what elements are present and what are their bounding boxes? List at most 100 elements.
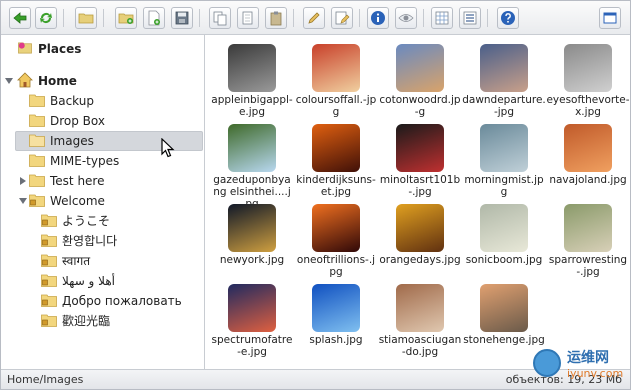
file-thumbnail[interactable] [480, 284, 528, 332]
home-icon [17, 72, 33, 88]
icons-view-button[interactable] [431, 7, 453, 29]
file-name: oneoftrillions-.jpg [296, 254, 376, 278]
file-thumbnail[interactable] [564, 124, 612, 172]
tree-item-label: Test here [50, 174, 105, 188]
file-item[interactable]: eyesofthevorte-x.jpg [546, 39, 630, 118]
places-label: Places [38, 42, 82, 56]
locked-folder-icon [41, 314, 57, 327]
preview-button[interactable] [395, 7, 417, 29]
file-item[interactable]: morningmist.jpg [462, 119, 546, 198]
collapsed-arrow-icon[interactable] [19, 177, 27, 185]
tree-item-welcome-ru[interactable]: Добро пожаловать [1, 291, 204, 311]
cut-button[interactable] [237, 7, 259, 29]
file-name: sparrowresting-.jpg [548, 254, 628, 278]
tree-item-welcome-zh[interactable]: 歡迎光臨 [1, 311, 204, 331]
list-view-icon [463, 11, 477, 25]
file-thumbnail[interactable] [396, 204, 444, 252]
eye-icon [398, 14, 414, 22]
file-name: kinderdijksuns-et.jpg [296, 174, 376, 198]
back-arrow-icon [13, 12, 27, 24]
places-node[interactable]: Places [1, 39, 204, 59]
copy-button[interactable] [209, 7, 231, 29]
file-item[interactable]: cotonwoodrd.jp-g [378, 39, 462, 118]
file-item[interactable]: gazeduponbyang elsinthei....jpg [210, 119, 294, 210]
mouse-cursor-icon [161, 138, 175, 158]
info-button[interactable] [367, 7, 389, 29]
file-name: splash.jpg [309, 334, 363, 346]
locked-folder-icon [41, 294, 57, 307]
file-name: newyork.jpg [219, 254, 285, 266]
file-thumbnail[interactable] [480, 124, 528, 172]
file-thumbnail[interactable] [564, 204, 612, 252]
copy-icon [213, 11, 227, 26]
save-button[interactable] [171, 7, 193, 29]
new-file-icon [148, 10, 160, 26]
edit-button[interactable] [303, 7, 325, 29]
file-item[interactable]: stiamoasciugan-do.jpg [378, 279, 462, 358]
folder-open-icon [78, 13, 94, 24]
window-icon [603, 12, 617, 24]
tree-item-label: Drop Box [50, 114, 105, 128]
open-button[interactable] [75, 7, 97, 29]
file-item[interactable]: navajoland.jpg [546, 119, 630, 197]
file-thumbnail[interactable] [312, 204, 360, 252]
tree-item-welcome-ko[interactable]: 환영합니다 [1, 231, 204, 251]
info-icon [371, 11, 385, 25]
file-thumbnail[interactable] [312, 124, 360, 172]
current-path: Home/Images [7, 373, 84, 386]
help-button[interactable] [497, 7, 519, 29]
expanded-arrow-icon[interactable] [19, 197, 27, 205]
file-thumbnail[interactable] [228, 124, 276, 172]
tree-item-welcome-ar[interactable]: أهلا و سهلا [1, 271, 204, 291]
file-thumbnail[interactable] [312, 44, 360, 92]
tree-item-welcome-hi[interactable]: स्वागत [1, 251, 204, 271]
file-item[interactable]: sparrowresting-.jpg [546, 199, 630, 278]
fullscreen-button[interactable] [599, 7, 621, 29]
reload-button[interactable] [35, 7, 57, 29]
tree-item-test-here[interactable]: Test here [1, 171, 204, 191]
file-thumbnail[interactable] [228, 204, 276, 252]
file-name: orangedays.jpg [379, 254, 461, 266]
file-item[interactable]: newyork.jpg [210, 199, 294, 277]
file-item[interactable]: dawndeparture.-jpg [462, 39, 546, 118]
file-item[interactable]: spectrumofatre-e.jpg [210, 279, 294, 358]
file-thumbnail[interactable] [396, 124, 444, 172]
file-item[interactable]: orangedays.jpg [378, 199, 462, 277]
rename-button[interactable] [331, 7, 353, 29]
file-item[interactable]: splash.jpg [294, 279, 378, 357]
watermark-logo-icon [533, 349, 561, 377]
file-thumbnail[interactable] [396, 284, 444, 332]
expanded-arrow-icon[interactable] [5, 77, 13, 85]
file-item[interactable]: minoltasrt101b-.jpg [378, 119, 462, 198]
file-thumbnail[interactable] [480, 44, 528, 92]
file-thumbnail[interactable] [312, 284, 360, 332]
file-item[interactable]: kinderdijksuns-et.jpg [294, 119, 378, 198]
tree-item-welcome[interactable]: Welcome [1, 191, 204, 211]
file-manager-window: Places Home Backup Drop Box Images MIME-… [0, 0, 631, 390]
new-folder-button[interactable] [115, 7, 137, 29]
file-item[interactable]: oneoftrillions-.jpg [294, 199, 378, 278]
file-thumbnail[interactable] [480, 204, 528, 252]
tree-item-welcome-ja[interactable]: ようこそ [1, 211, 204, 231]
new-file-button[interactable] [143, 7, 165, 29]
list-view-button[interactable] [459, 7, 481, 29]
file-grid: appleinbigappl-e.jpg coloursoffall.-jpg co… [206, 35, 630, 369]
back-button[interactable] [9, 7, 31, 29]
file-thumbnail[interactable] [564, 44, 612, 92]
file-item[interactable]: sonicboom.jpg [462, 199, 546, 277]
tree-item-label: स्वागत [62, 254, 91, 268]
cut-icon [242, 11, 253, 25]
folder-icon [29, 114, 45, 127]
file-item[interactable]: appleinbigappl-e.jpg [210, 39, 294, 118]
tree-item-backup[interactable]: Backup [1, 91, 204, 111]
file-item[interactable]: coloursoffall.-jpg [294, 39, 378, 118]
file-thumbnail[interactable] [396, 44, 444, 92]
tree-item-label: Images [50, 134, 94, 148]
paste-button[interactable] [265, 7, 287, 29]
file-name: minoltasrt101b-.jpg [379, 174, 461, 198]
file-thumbnail[interactable] [228, 284, 276, 332]
watermark-title: 运维网 [567, 350, 609, 366]
tree-item-drop-box[interactable]: Drop Box [1, 111, 204, 131]
home-node[interactable]: Home [1, 71, 204, 91]
file-thumbnail[interactable] [228, 44, 276, 92]
